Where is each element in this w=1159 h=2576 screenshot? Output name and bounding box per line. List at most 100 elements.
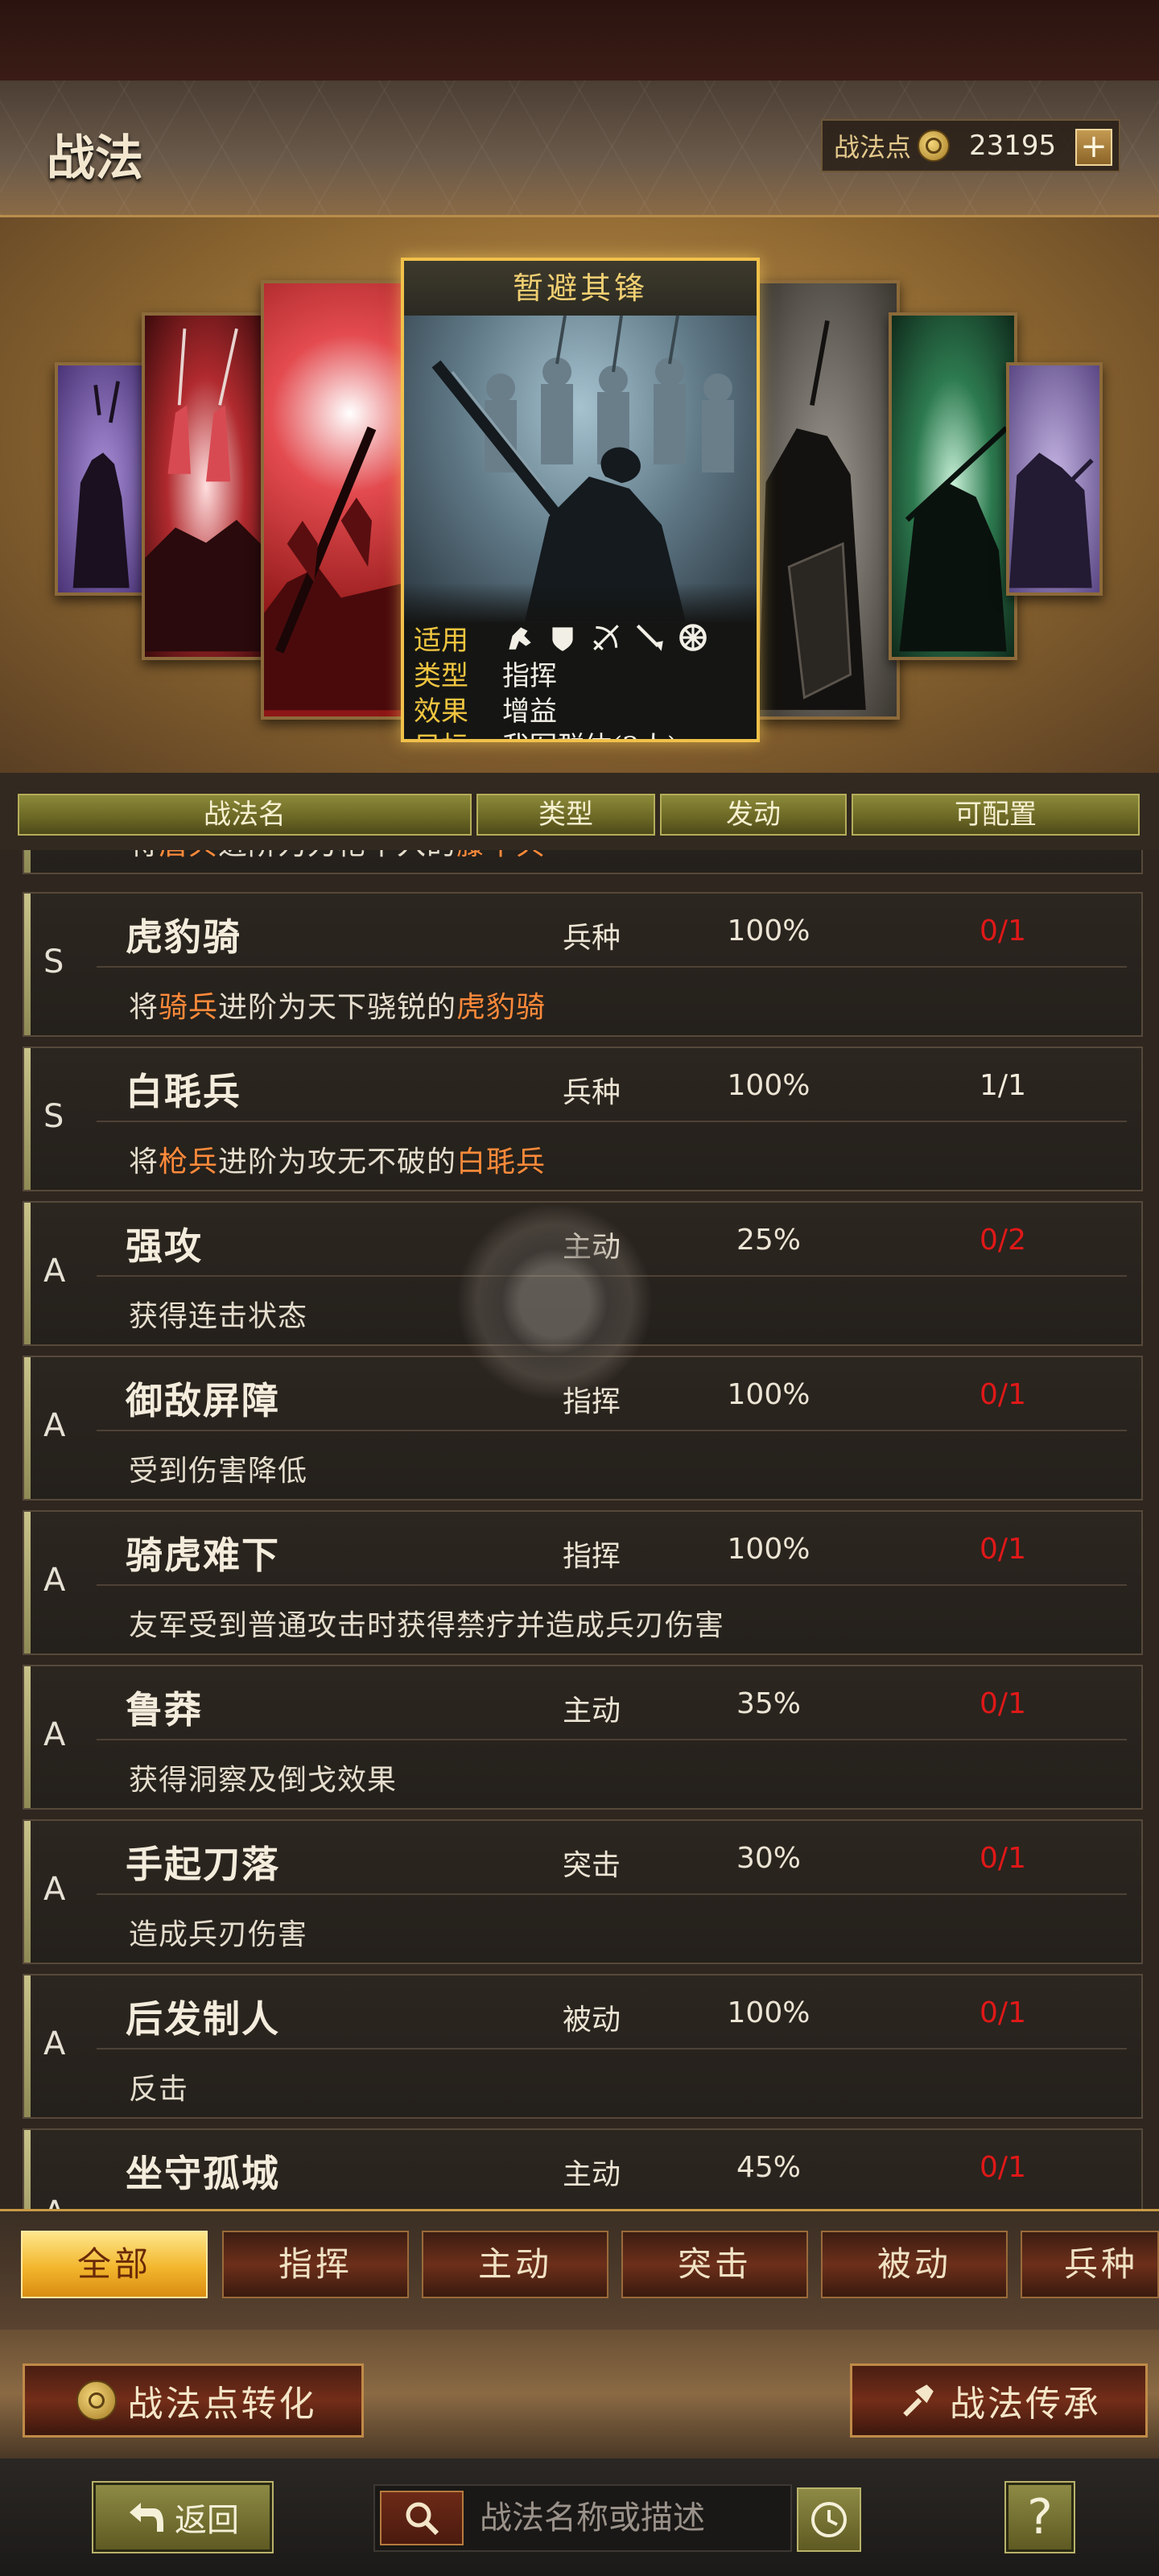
skill-name: 坐守孤城 xyxy=(126,2152,280,2195)
skill-grade: A xyxy=(43,1716,66,1753)
skill-config-count: 0/1 xyxy=(980,1842,1026,1875)
inherit-skill-button[interactable]: 战法传承 xyxy=(850,2363,1148,2438)
skill-grade: A xyxy=(43,1253,66,1290)
tab-all[interactable]: 全部 xyxy=(21,2231,208,2298)
info-key: 适用 xyxy=(414,624,468,657)
skill-card[interactable] xyxy=(755,280,900,720)
tab-troop[interactable]: 兵种 xyxy=(1021,2231,1159,2298)
help-button[interactable]: ? xyxy=(1004,2481,1075,2553)
row-divider xyxy=(97,1739,1127,1740)
skill-type: 兵种 xyxy=(562,1076,621,1109)
touch-indicator xyxy=(456,1203,654,1401)
row-divider xyxy=(97,966,1127,968)
soldier-silhouette-icon xyxy=(145,328,267,652)
coin-icon xyxy=(918,130,951,162)
list-item[interactable]: A 坐守孤城 主动 45% 0/1 xyxy=(23,2128,1143,2209)
search-button[interactable] xyxy=(380,2491,464,2545)
search-input[interactable] xyxy=(480,2492,786,2544)
list-item[interactable]: A 鲁莽 主动 35% 0/1 获得洞察及倒戈效果 xyxy=(23,1665,1143,1810)
featured-skill-card[interactable]: 暂避其锋 适用 类型 指挥 效果 增益 xyxy=(401,258,760,742)
skill-type: 主动 xyxy=(562,1695,621,1728)
hammer-icon xyxy=(903,2384,934,2417)
soldier-silhouette-icon xyxy=(72,381,130,588)
skill-name: 手起刀落 xyxy=(126,1843,280,1886)
list-item[interactable]: A 后发制人 被动 100% 0/1 反击 xyxy=(23,1974,1143,2119)
skill-points-label: 战法点 xyxy=(834,132,912,163)
info-key: 效果 xyxy=(414,695,468,728)
add-points-button[interactable]: + xyxy=(1075,129,1112,166)
column-header-name[interactable]: 战法名 xyxy=(18,794,472,836)
tab-active-skill[interactable]: 主动 xyxy=(422,2231,608,2298)
skill-config-count: 1/1 xyxy=(980,1069,1026,1102)
skill-name: 骑虎难下 xyxy=(126,1534,280,1577)
skill-grade: S xyxy=(43,1098,64,1135)
tab-passive[interactable]: 被动 xyxy=(821,2231,1008,2298)
tab-command[interactable]: 指挥 xyxy=(222,2231,409,2298)
info-row-target: 目标 我军群体(2人) xyxy=(414,724,757,740)
featured-skill-title: 暂避其锋 xyxy=(404,261,757,316)
skill-card[interactable] xyxy=(261,280,410,720)
archer-icon xyxy=(593,625,619,650)
skill-rate: 100% xyxy=(727,1069,810,1102)
arm-icons xyxy=(502,621,710,654)
list-item[interactable]: A 手起刀落 突击 30% 0/1 造成兵刃伤害 xyxy=(23,1819,1143,1964)
skill-list[interactable]: 将盾兵进阶为刀枪不入的藤甲兵 S 虎豹骑 兵种 100% 0/1 将骑兵进阶为天… xyxy=(0,850,1159,2209)
skill-points-value: 23195 xyxy=(969,130,1057,162)
skill-config-count: 0/1 xyxy=(980,1996,1026,2029)
coin-icon xyxy=(76,2380,117,2421)
bottom-nav: 返回 ? xyxy=(0,2458,1159,2576)
skill-card[interactable] xyxy=(142,312,270,660)
status-strip xyxy=(0,0,1159,80)
action-bar: 战法点转化 战法传承 xyxy=(0,2330,1159,2458)
skill-type: 被动 xyxy=(562,2004,621,2037)
soldier-silhouette-icon xyxy=(1009,452,1094,588)
column-header-config[interactable]: 可配置 xyxy=(852,794,1140,836)
skill-description: 将盾兵进阶为刀枪不入的藤甲兵 xyxy=(129,850,546,863)
back-button[interactable]: 返回 xyxy=(92,2481,274,2553)
skill-rate: 100% xyxy=(727,1533,810,1566)
skill-type: 突击 xyxy=(562,1849,621,1882)
info-row-applicable: 适用 xyxy=(414,620,757,657)
list-item[interactable]: S 虎豹骑 兵种 100% 0/1 将骑兵进阶为天下骁锐的虎豹骑 xyxy=(23,892,1143,1037)
skill-config-count: 0/1 xyxy=(980,914,1026,947)
info-value: 我军群体(2人) xyxy=(502,724,678,740)
back-arrow-icon xyxy=(130,2503,163,2532)
skill-description: 造成兵刃伤害 xyxy=(129,1918,308,1951)
page-title: 战法 xyxy=(47,130,143,187)
info-value: 指挥 xyxy=(502,659,557,692)
skill-description: 友军受到普通攻击时获得禁疗并造成兵刃伤害 xyxy=(129,1609,725,1642)
skill-rate: 100% xyxy=(727,1378,810,1411)
skill-rate: 25% xyxy=(736,1224,801,1257)
skill-card[interactable] xyxy=(889,312,1017,660)
skill-name: 白毦兵 xyxy=(126,1070,241,1113)
skill-card[interactable] xyxy=(1006,362,1103,596)
skill-grade: A xyxy=(43,1562,66,1599)
history-button[interactable] xyxy=(797,2487,861,2552)
column-header-rate[interactable]: 发动 xyxy=(660,794,847,836)
row-divider xyxy=(97,1121,1127,1122)
skill-name: 强攻 xyxy=(126,1224,203,1268)
back-label: 返回 xyxy=(175,2502,239,2539)
skill-description: 将骑兵进阶为天下骁锐的虎豹骑 xyxy=(129,991,547,1024)
list-item[interactable]: S 白毦兵 兵种 100% 1/1 将枪兵进阶为攻无不破的白毦兵 xyxy=(23,1046,1143,1191)
skill-rate: 30% xyxy=(736,1842,801,1875)
convert-points-button[interactable]: 战法点转化 xyxy=(23,2363,364,2438)
list-item[interactable]: 将盾兵进阶为刀枪不入的藤甲兵 xyxy=(23,850,1143,874)
skill-type: 主动 xyxy=(562,2158,621,2191)
skill-card[interactable] xyxy=(55,362,151,596)
skill-description: 获得洞察及倒戈效果 xyxy=(129,1764,398,1797)
row-divider xyxy=(97,1430,1127,1431)
column-header-type[interactable]: 类型 xyxy=(476,794,655,836)
header: 战法 战法点 23195 + xyxy=(0,80,1159,217)
row-divider xyxy=(97,2048,1127,2050)
skill-points-box: 战法点 23195 + xyxy=(821,119,1120,172)
list-item[interactable]: A 骑虎难下 指挥 100% 0/1 友军受到普通攻击时获得禁疗并造成兵刃伤害 xyxy=(23,1510,1143,1655)
tab-assault[interactable]: 突击 xyxy=(621,2231,808,2298)
skill-name: 虎豹骑 xyxy=(126,915,241,959)
skill-grade: A xyxy=(43,1871,66,1908)
info-row-effect: 效果 增益 xyxy=(414,691,757,728)
skill-description: 受到伤害降低 xyxy=(129,1455,308,1488)
skill-rate: 100% xyxy=(727,1996,810,2029)
skill-config-count: 0/1 xyxy=(980,1378,1026,1411)
skill-card-carousel[interactable]: 暂避其锋 适用 类型 指挥 效果 增益 xyxy=(0,217,1159,773)
